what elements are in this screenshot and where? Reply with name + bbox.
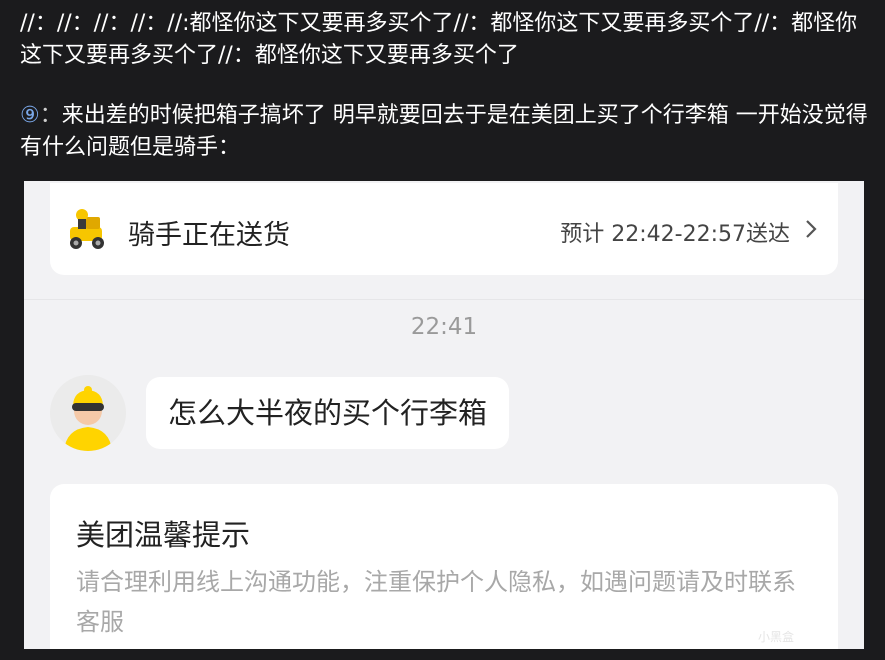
chat-message-bubble: 怎么大半夜的买个行李箱: [146, 377, 510, 449]
item-text: 来出差的时候把箱子搞坏了 明早就要回去于是在美团上买了个行李箱 一开始没觉得有什…: [20, 103, 868, 160]
chevron-right-icon: [806, 220, 817, 238]
delivery-status-card[interactable]: 骑手正在送货 预计 22:42-22:57送达: [50, 183, 838, 275]
tips-title: 美团温馨提示: [76, 518, 251, 552]
chat-timestamp: 22:41: [410, 314, 478, 340]
tips-body: 请合理利用线上沟通功能，注重保护个人隐私，如遇问题请及时联系客服: [76, 568, 796, 636]
item-separator: ：: [39, 103, 62, 128]
watermark: 小黑盒: [757, 630, 794, 644]
item-number: ⑨: [20, 103, 40, 128]
post-item-line: ⑨：来出差的时候把箱子搞坏了 明早就要回去于是在美团上买了个行李箱 一开始没觉得…: [20, 100, 870, 164]
delivery-status-text: 骑手正在送货: [128, 220, 290, 251]
post-repost-text: //：//：//：//：//:都怪你这下又要再多买个了//：都怪你这下又要再多买…: [20, 11, 858, 68]
divider: [24, 299, 864, 300]
embedded-screenshot: 骑手正在送货 预计 22:42-22:57送达 22:41 怎么大半夜的买个行李…: [24, 181, 864, 649]
rider-avatar[interactable]: [50, 375, 126, 451]
delivery-eta: 预计 22:42-22:57送达: [560, 222, 790, 247]
tips-card: 美团温馨提示 请合理利用线上沟通功能，注重保护个人隐私，如遇问题请及时联系客服: [50, 484, 838, 649]
rider-scooter-icon: [70, 209, 104, 249]
